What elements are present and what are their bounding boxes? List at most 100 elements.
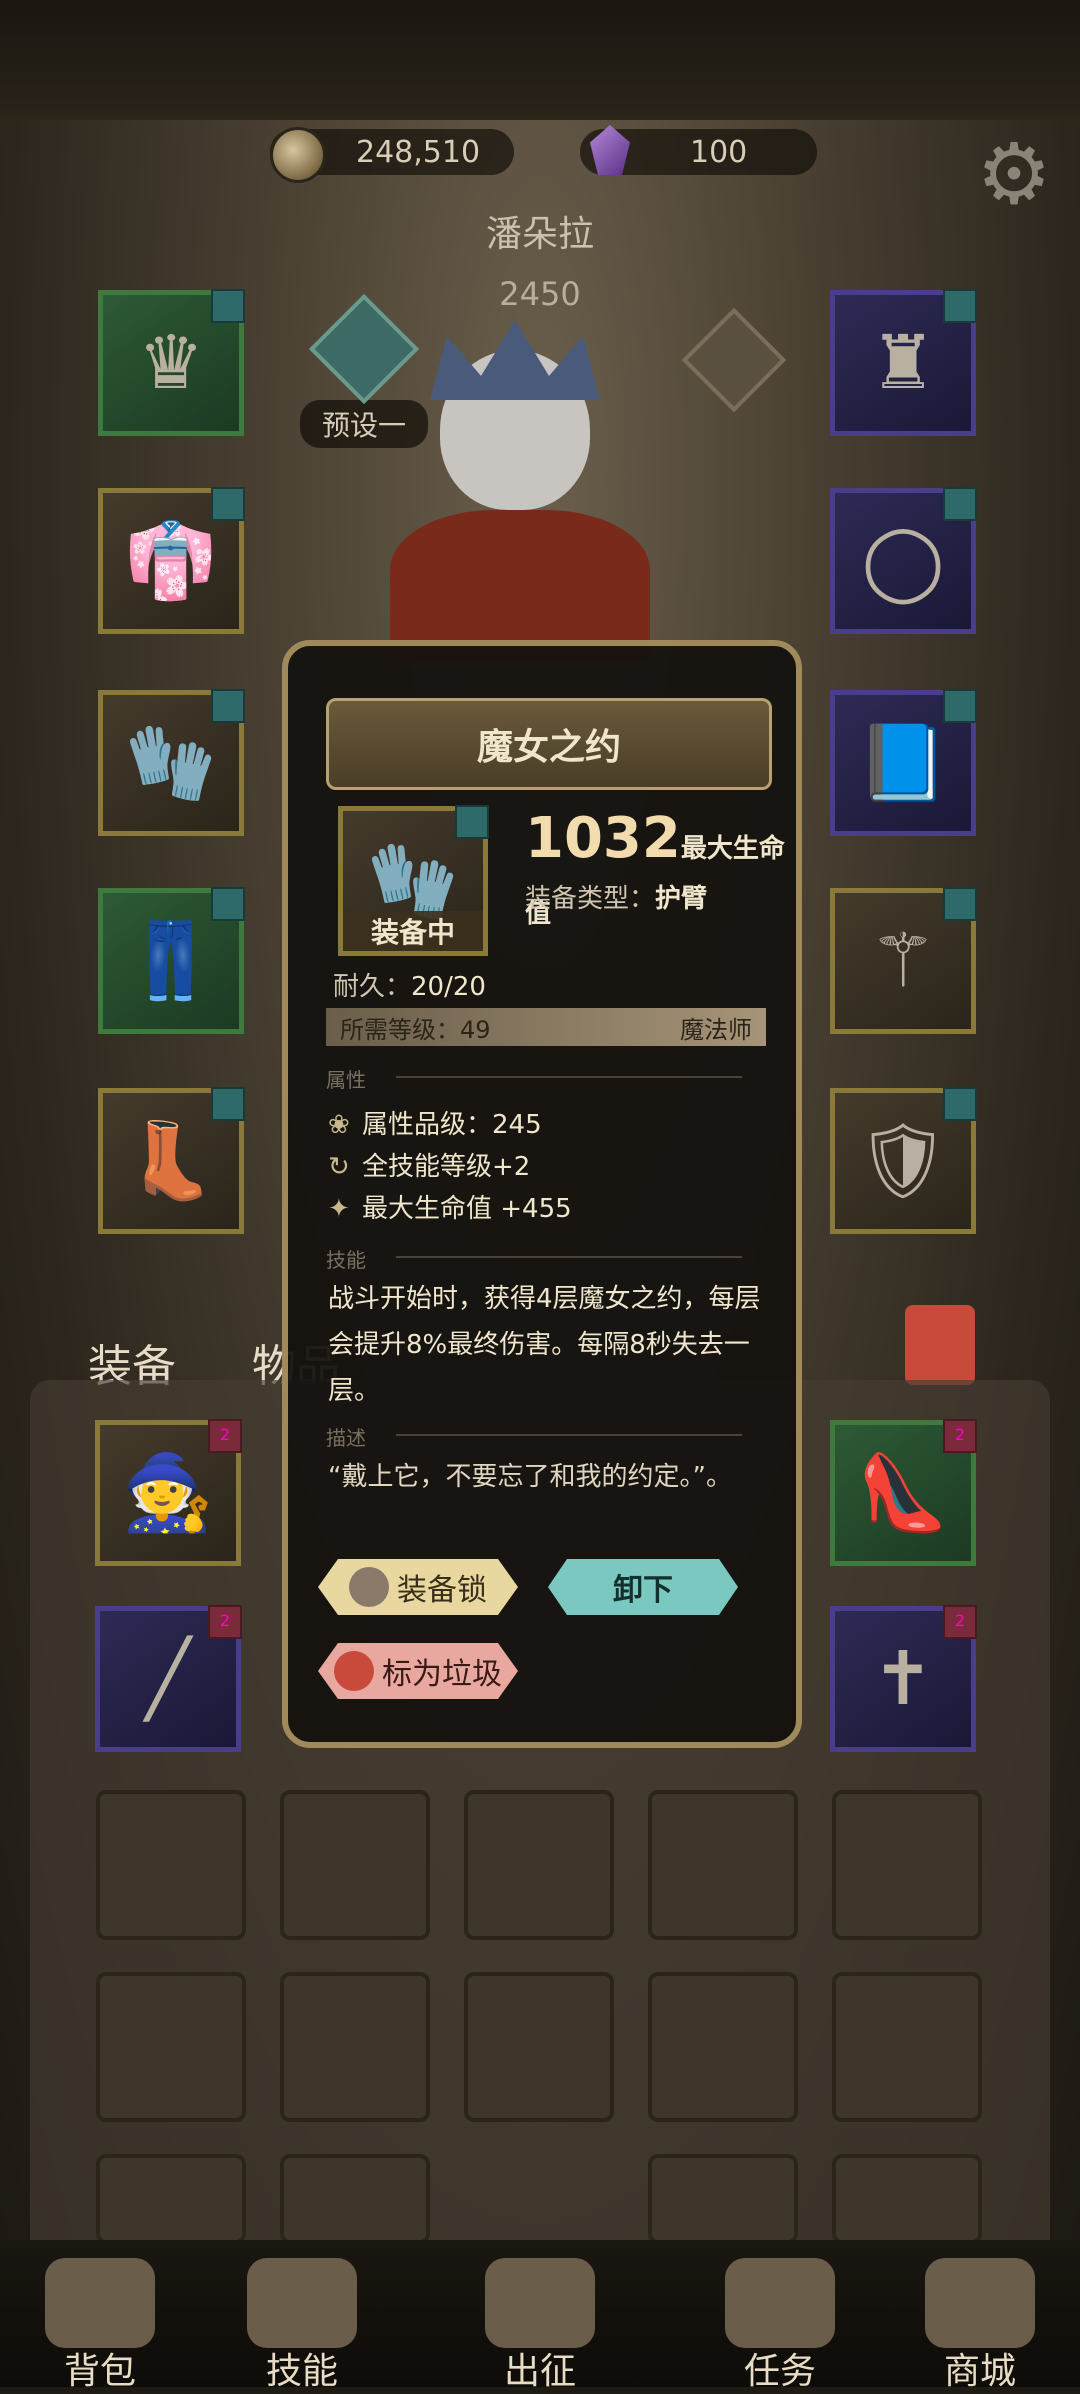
- gear-icon[interactable]: ⚙: [972, 132, 1056, 216]
- item-icon-frame: 🧤 装备中: [338, 805, 489, 956]
- mark-trash-label: 标为垃圾: [382, 1657, 502, 1692]
- character-body: [390, 510, 650, 660]
- trash-icon[interactable]: [905, 1305, 975, 1385]
- bag-item-necklace[interactable]: ✝ 2: [830, 1605, 977, 1752]
- empty-slot[interactable]: [464, 1972, 614, 2122]
- attr-skill-text: 全技能等级+2: [362, 1152, 531, 1182]
- flavor-text: “戴上它，不要忘了和我的约定。”。: [328, 1462, 732, 1492]
- empty-slot[interactable]: [464, 1790, 614, 1940]
- count-badge: 2: [208, 1605, 242, 1639]
- bag-item-hood[interactable]: 🧙 2: [95, 1419, 242, 1566]
- coin-icon: [270, 127, 326, 183]
- sword-map-icon: [485, 2258, 595, 2348]
- rarity-tag: [943, 689, 977, 723]
- refresh-icon: ↻: [328, 1152, 350, 1182]
- nav-quests[interactable]: 任务: [700, 2258, 860, 2394]
- equip-lock-label: 装备锁: [397, 1573, 487, 1608]
- main-stat-value: 1032: [525, 806, 681, 871]
- sparkle-icon: ✦: [328, 1194, 350, 1224]
- item-main-stat: 1032最大生命值: [525, 806, 796, 936]
- rarity-tag: [211, 1087, 245, 1121]
- count-badge: 2: [943, 1419, 977, 1453]
- gem-amount: 100: [690, 134, 748, 170]
- empty-slot[interactable]: [96, 1790, 246, 1940]
- equip-type: 装备类型：护臂: [525, 878, 707, 915]
- item-detail-popup: 魔女之约 🧤 装备中 1032最大生命值 装备类型：护臂 耐久：20/20 所需…: [282, 640, 802, 1748]
- top-bar: [0, 0, 1080, 120]
- skill-book-icon: [247, 2258, 357, 2348]
- durability-value: 20/20: [411, 972, 486, 1002]
- backpack-icon: [45, 2258, 155, 2348]
- section-description: 描述: [326, 1422, 766, 1450]
- nav-label: 技能: [265, 2351, 338, 2392]
- popup-header: 魔女之约: [326, 698, 772, 790]
- rarity-tag: [211, 887, 245, 921]
- nav-label: 任务: [743, 2351, 816, 2392]
- nav-skills[interactable]: 技能: [222, 2258, 382, 2394]
- character-nameplate: 潘朵拉 2450: [340, 205, 740, 313]
- rarity-tag: [943, 1087, 977, 1121]
- shop-crown-icon: [925, 2258, 1035, 2348]
- attr-hp-text: 最大生命值 +455: [362, 1194, 572, 1224]
- empty-slot[interactable]: [280, 1790, 430, 1940]
- equip-slot-ring[interactable]: ◯: [830, 487, 977, 634]
- empty-slot[interactable]: [648, 2154, 798, 2244]
- equip-slot-cape[interactable]: ♜: [830, 289, 977, 436]
- equip-slot-pants[interactable]: 👖: [98, 887, 245, 1034]
- lock-icon: [349, 1567, 389, 1607]
- rarity-tag: [211, 487, 245, 521]
- equip-type-label: 装备类型：: [525, 884, 656, 914]
- nav-shop[interactable]: 商城: [900, 2258, 1060, 2394]
- rarity-tag: [943, 289, 977, 323]
- attr-quality: ❀ 属性品级：245: [328, 1104, 542, 1141]
- empty-slot[interactable]: [832, 1972, 982, 2122]
- nav-label: 背包: [63, 2351, 136, 2392]
- equip-slot-book[interactable]: 📘: [830, 689, 977, 836]
- section-skill: 技能: [326, 1244, 766, 1272]
- unequip-button[interactable]: 卸下: [548, 1559, 738, 1615]
- rarity-tag: [455, 805, 489, 839]
- empty-slot[interactable]: [648, 1972, 798, 2122]
- empty-slot[interactable]: [280, 2154, 430, 2244]
- character-name: 潘朵拉: [485, 214, 594, 255]
- attr-max-hp: ✦ 最大生命值 +455: [328, 1188, 572, 1225]
- equip-slot-helmet[interactable]: ♛: [98, 289, 245, 436]
- lotus-icon: ❀: [328, 1110, 350, 1140]
- equip-slot-bracer[interactable]: 🧤: [98, 689, 245, 836]
- gem-counter: 100: [580, 125, 818, 179]
- equip-slot-armor[interactable]: 👘: [98, 487, 245, 634]
- rarity-tag: [943, 487, 977, 521]
- empty-slot[interactable]: [96, 2154, 246, 2244]
- durability-label: 耐久：: [333, 972, 412, 1002]
- attr-quality-text: 属性品级：245: [362, 1110, 542, 1140]
- rarity-tag: [943, 887, 977, 921]
- rarity-tag: [211, 689, 245, 723]
- equip-slot-staff[interactable]: ⚚: [830, 887, 977, 1034]
- empty-slot[interactable]: [832, 2154, 982, 2244]
- scroll-icon: [725, 2258, 835, 2348]
- empty-slot[interactable]: [96, 1972, 246, 2122]
- equip-lock-button[interactable]: 装备锁: [318, 1559, 518, 1615]
- section-attributes: 属性: [326, 1064, 766, 1092]
- equip-type-value: 护臂: [655, 884, 708, 914]
- bag-item-spear[interactable]: ╱ 2: [95, 1605, 242, 1752]
- empty-slot[interactable]: [648, 1790, 798, 1940]
- empty-slot[interactable]: [832, 1790, 982, 1940]
- gold-amount: 248,510: [356, 134, 481, 170]
- equip-slot-offhand[interactable]: 🛡: [830, 1087, 977, 1234]
- nav-label: 出征: [503, 2351, 576, 2392]
- empty-slot[interactable]: [280, 1972, 430, 2122]
- nav-label: 商城: [943, 2351, 1016, 2392]
- count-badge: 2: [208, 1419, 242, 1453]
- bag-item-heels[interactable]: 👠 2: [830, 1419, 977, 1566]
- nav-expedition[interactable]: 出征: [460, 2258, 620, 2394]
- mark-trash-button[interactable]: 标为垃圾: [318, 1643, 518, 1699]
- item-name: 魔女之约: [476, 727, 621, 768]
- count-badge: 2: [943, 1605, 977, 1639]
- character-power: 2450: [499, 275, 581, 313]
- equip-slot-boots[interactable]: 👢: [98, 1087, 245, 1234]
- nav-backpack[interactable]: 背包: [20, 2258, 180, 2394]
- required-class: 魔法师: [680, 1015, 752, 1044]
- rarity-tag: [211, 289, 245, 323]
- requirement-bar: 所需等级：49 魔法师: [326, 1008, 766, 1046]
